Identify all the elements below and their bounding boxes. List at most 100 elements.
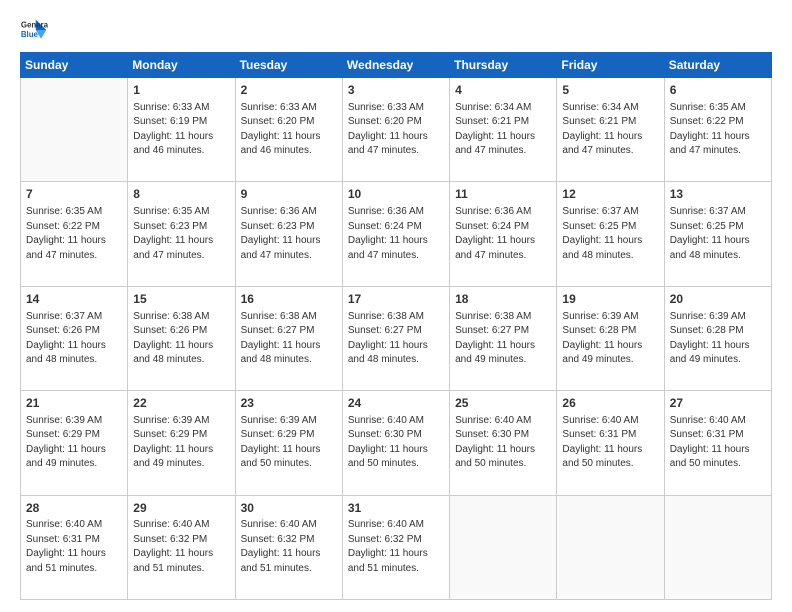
calendar-cell: 24Sunrise: 6:40 AMSunset: 6:30 PMDayligh… (342, 391, 449, 495)
day-info-line: Daylight: 11 hours (348, 548, 428, 559)
day-info-line: Sunset: 6:25 PM (670, 221, 744, 232)
day-info-line: Daylight: 11 hours (670, 340, 750, 351)
day-info-line: Sunset: 6:27 PM (241, 325, 315, 336)
day-info-line: Daylight: 11 hours (455, 444, 535, 455)
day-info-line: and 48 minutes. (348, 354, 419, 365)
day-info-line: Sunrise: 6:35 AM (670, 102, 746, 113)
day-info-line: Sunrise: 6:36 AM (348, 206, 424, 217)
day-info-line: and 51 minutes. (348, 563, 419, 574)
weekday-header-tuesday: Tuesday (235, 53, 342, 78)
calendar-cell (450, 495, 557, 599)
calendar-cell: 18Sunrise: 6:38 AMSunset: 6:27 PMDayligh… (450, 286, 557, 390)
day-info-line: and 49 minutes. (455, 354, 526, 365)
calendar-cell: 3Sunrise: 6:33 AMSunset: 6:20 PMDaylight… (342, 78, 449, 182)
day-info: Sunrise: 6:40 AMSunset: 6:30 PMDaylight:… (455, 414, 551, 472)
day-info-line: Daylight: 11 hours (241, 235, 321, 246)
day-info-line: Sunrise: 6:35 AM (26, 206, 102, 217)
day-info-line: Daylight: 11 hours (133, 548, 213, 559)
day-info-line: Sunrise: 6:34 AM (455, 102, 531, 113)
day-info-line: Sunrise: 6:37 AM (670, 206, 746, 217)
calendar-cell: 9 Sunrise: 6:36 AMSunset: 6:23 PMDaylight… (235, 182, 342, 286)
day-number: 9 (241, 186, 337, 203)
day-info-line: Sunset: 6:29 PM (133, 429, 207, 440)
day-info-line: Daylight: 11 hours (670, 131, 750, 142)
day-info-line: Daylight: 11 hours (133, 340, 213, 351)
calendar-cell: 10Sunrise: 6:36 AMSunset: 6:24 PMDayligh… (342, 182, 449, 286)
logo: General Blue (20, 16, 50, 44)
calendar-table: SundayMondayTuesdayWednesdayThursdayFrid… (20, 52, 772, 600)
day-number: 8 (133, 186, 229, 203)
calendar-cell: 5Sunrise: 6:34 AMSunset: 6:21 PMDaylight… (557, 78, 664, 182)
weekday-header-row: SundayMondayTuesdayWednesdayThursdayFrid… (21, 53, 772, 78)
calendar-cell: 2Sunrise: 6:33 AMSunset: 6:20 PMDaylight… (235, 78, 342, 182)
calendar-cell: 22Sunrise: 6:39 AMSunset: 6:29 PMDayligh… (128, 391, 235, 495)
day-info: Sunrise: 6:35 AMSunset: 6:23 PMDaylight:… (133, 205, 229, 263)
day-info-line: Sunrise: 6:39 AM (26, 415, 102, 426)
day-info-line: and 48 minutes. (670, 250, 741, 261)
day-info-line: Sunset: 6:20 PM (241, 116, 315, 127)
day-number: 15 (133, 291, 229, 308)
day-info-line: Sunset: 6:31 PM (562, 429, 636, 440)
day-info-line: and 49 minutes. (562, 354, 633, 365)
day-info-line: Sunset: 6:23 PM (133, 221, 207, 232)
day-info-line: and 48 minutes. (26, 354, 97, 365)
day-info-line: Sunset: 6:22 PM (26, 221, 100, 232)
day-number: 26 (562, 395, 658, 412)
day-info-line: Daylight: 11 hours (562, 340, 642, 351)
calendar-cell: 8 Sunrise: 6:35 AMSunset: 6:23 PMDaylight… (128, 182, 235, 286)
day-info-line: Sunrise: 6:38 AM (133, 311, 209, 322)
week-row-1: 1Sunrise: 6:33 AMSunset: 6:19 PMDaylight… (21, 78, 772, 182)
day-info-line: Sunrise: 6:39 AM (670, 311, 746, 322)
day-info-line: and 47 minutes. (455, 250, 526, 261)
day-number: 1 (133, 82, 229, 99)
day-info-line: and 50 minutes. (562, 458, 633, 469)
day-info: Sunrise: 6:34 AMSunset: 6:21 PMDaylight:… (455, 101, 551, 159)
day-info: Sunrise: 6:38 AMSunset: 6:27 PMDaylight:… (455, 310, 551, 368)
day-info: Sunrise: 6:40 AMSunset: 6:31 PMDaylight:… (562, 414, 658, 472)
header: General Blue (20, 16, 772, 44)
calendar-cell: 17Sunrise: 6:38 AMSunset: 6:27 PMDayligh… (342, 286, 449, 390)
day-info-line: and 49 minutes. (26, 458, 97, 469)
day-info-line: Sunset: 6:31 PM (670, 429, 744, 440)
day-info: Sunrise: 6:40 AMSunset: 6:31 PMDaylight:… (670, 414, 766, 472)
day-number: 22 (133, 395, 229, 412)
calendar-cell (664, 495, 771, 599)
day-info: Sunrise: 6:33 AMSunset: 6:20 PMDaylight:… (241, 101, 337, 159)
day-info-line: and 48 minutes. (241, 354, 312, 365)
day-number: 3 (348, 82, 444, 99)
day-number: 19 (562, 291, 658, 308)
day-info-line: Daylight: 11 hours (241, 444, 321, 455)
day-number: 14 (26, 291, 122, 308)
day-info-line: Daylight: 11 hours (455, 235, 535, 246)
day-info-line: Sunrise: 6:39 AM (241, 415, 317, 426)
calendar-cell: 26 Sunrise: 6:40 AMSunset: 6:31 PMDayligh… (557, 391, 664, 495)
week-row-4: 21Sunrise: 6:39 AMSunset: 6:29 PMDayligh… (21, 391, 772, 495)
day-info-line: and 46 minutes. (133, 145, 204, 156)
day-info-line: Daylight: 11 hours (133, 131, 213, 142)
day-info: Sunrise: 6:35 AMSunset: 6:22 PMDaylight:… (26, 205, 122, 263)
day-info-line: Sunset: 6:25 PM (562, 221, 636, 232)
day-info: Sunrise: 6:37 AMSunset: 6:25 PMDaylight:… (562, 205, 658, 263)
day-info-line: Sunrise: 6:40 AM (348, 519, 424, 530)
day-info-line: and 50 minutes. (670, 458, 741, 469)
calendar-cell: 30Sunrise: 6:40 AMSunset: 6:32 PMDayligh… (235, 495, 342, 599)
day-info: Sunrise: 6:35 AMSunset: 6:22 PMDaylight:… (670, 101, 766, 159)
day-info-line: Sunrise: 6:39 AM (133, 415, 209, 426)
day-info-line: Daylight: 11 hours (348, 131, 428, 142)
day-number: 10 (348, 186, 444, 203)
day-number: 5 (562, 82, 658, 99)
calendar-cell: 27Sunrise: 6:40 AMSunset: 6:31 PMDayligh… (664, 391, 771, 495)
day-info-line: Daylight: 11 hours (26, 548, 106, 559)
day-info: Sunrise: 6:36 AMSunset: 6:23 PMDaylight:… (241, 205, 337, 263)
day-info-line: Sunset: 6:28 PM (670, 325, 744, 336)
day-info-line: Sunrise: 6:39 AM (562, 311, 638, 322)
day-info-line: and 47 minutes. (348, 145, 419, 156)
day-info-line: Sunrise: 6:34 AM (562, 102, 638, 113)
day-info-line: and 51 minutes. (26, 563, 97, 574)
day-info-line: Daylight: 11 hours (348, 340, 428, 351)
day-info-line: Sunset: 6:27 PM (348, 325, 422, 336)
day-info-line: Sunset: 6:30 PM (455, 429, 529, 440)
day-info-line: Sunrise: 6:33 AM (133, 102, 209, 113)
day-info: Sunrise: 6:40 AMSunset: 6:30 PMDaylight:… (348, 414, 444, 472)
day-number: 16 (241, 291, 337, 308)
